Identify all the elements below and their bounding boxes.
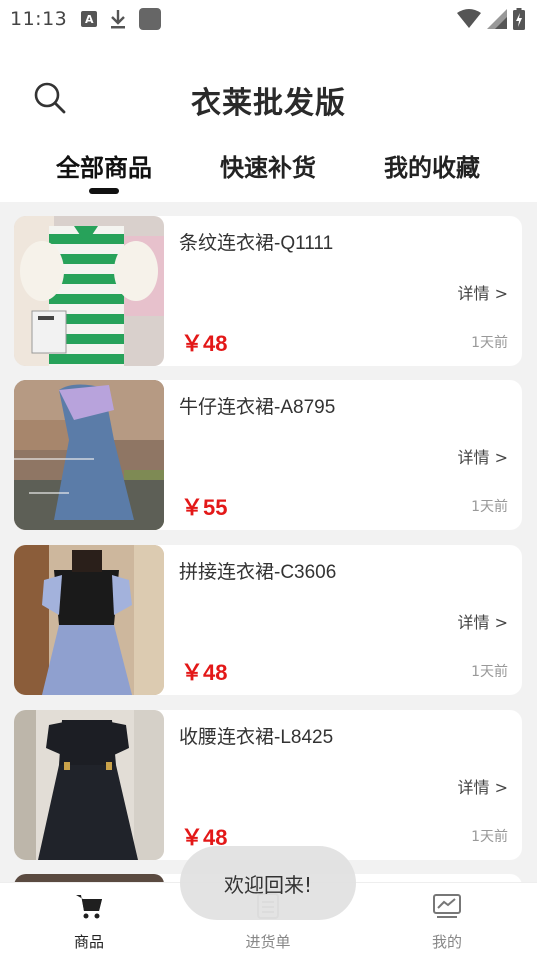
product-name: 牛仔连衣裙-A8795 (179, 397, 336, 418)
status-notification-icons: A (81, 8, 162, 30)
tab-my-favorites[interactable]: 我的收藏 (362, 148, 502, 183)
detail-link[interactable]: 详情 > (458, 444, 509, 468)
product-price: ￥55 (181, 495, 228, 520)
cellular-signal-icon (487, 9, 507, 29)
status-bar: 11:13 A (0, 0, 537, 38)
product-card[interactable]: 拼接连衣裙-C3606 详情 > ￥48 1天前 (14, 545, 522, 695)
wifi-icon (457, 9, 481, 28)
nav-item-profile[interactable]: 我的 (397, 891, 497, 952)
welcome-toast: 欢迎回来! (180, 846, 356, 920)
product-name: 拼接连衣裙-C3606 (179, 562, 337, 583)
product-list[interactable]: 条纹连衣裙-Q1111 详情 > ￥48 1天前 牛仔连衣裙-A8795 详情 … (0, 202, 537, 882)
product-image (14, 545, 164, 695)
nav-label-profile: 我的 (431, 933, 462, 951)
status-time: 11:13 (10, 8, 68, 30)
listing-time: 1天前 (471, 499, 508, 515)
category-tabs: 全部商品 快速补货 我的收藏 (0, 140, 537, 200)
page-title: 衣莱批发版 (191, 86, 346, 121)
nav-item-products[interactable]: 商品 (39, 891, 139, 952)
download-icon (111, 10, 126, 29)
product-image (14, 216, 164, 366)
product-price: ￥48 (181, 660, 228, 685)
tab-all-products[interactable]: 全部商品 (34, 148, 174, 183)
app-header: 衣莱批发版 (0, 60, 537, 136)
detail-link[interactable]: 详情 > (458, 280, 509, 304)
nav-label-products: 商品 (73, 933, 104, 951)
chart-icon (433, 894, 461, 918)
detail-link[interactable]: 详情 > (458, 774, 509, 798)
nav-label-purchase-list: 进货单 (245, 933, 291, 951)
listing-time: 1天前 (471, 664, 508, 680)
cart-icon (76, 895, 102, 919)
product-image (14, 710, 164, 860)
tab-quick-restock[interactable]: 快速补货 (198, 148, 338, 183)
product-price: ￥48 (181, 331, 228, 356)
product-card[interactable]: 收腰连衣裙-L8425 详情 > ￥48 1天前 (14, 710, 522, 860)
listing-time: 1天前 (471, 335, 508, 351)
product-image (14, 380, 164, 530)
product-card[interactable]: 条纹连衣裙-Q1111 详情 > ￥48 1天前 (14, 216, 522, 366)
product-card[interactable]: 牛仔连衣裙-A8795 详情 > ￥55 1天前 (14, 380, 522, 530)
product-name: 条纹连衣裙-Q1111 (179, 233, 334, 254)
listing-time: 1天前 (471, 829, 508, 845)
product-name: 收腰连衣裙-L8425 (179, 727, 334, 748)
detail-link[interactable]: 详情 > (458, 609, 509, 633)
battery-charging-icon (513, 8, 525, 30)
keyboard-notification-icon: A (81, 11, 98, 27)
app-notification-icon (139, 8, 162, 30)
system-status-icons (457, 8, 525, 30)
active-tab-indicator (89, 188, 119, 194)
